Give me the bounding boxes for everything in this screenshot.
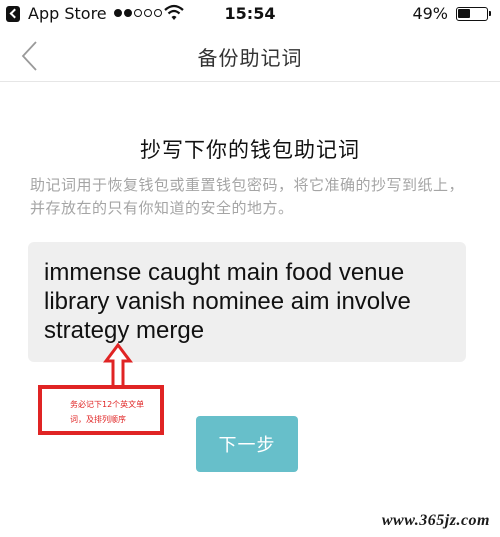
- battery-percent: 49%: [412, 4, 448, 23]
- backup-mnemonic-screen: App Store 15:54 49% 备份助记词 抄写下你的钱包助记词 助记词…: [0, 0, 500, 537]
- watermark: www.365jz.com: [381, 512, 490, 529]
- battery-icon: [456, 7, 491, 21]
- red-arrow-icon: [103, 343, 133, 389]
- mnemonic-box: immense caught main food venue library v…: [28, 242, 466, 362]
- page-title: 备份助记词: [197, 46, 303, 70]
- section-heading: 抄写下你的钱包助记词: [140, 138, 360, 162]
- next-step-button[interactable]: 下一步: [196, 416, 298, 472]
- annotation-text: 务必记下12个英文单词，及排列顺序: [70, 400, 145, 424]
- mnemonic-words: immense caught main food venue library v…: [44, 259, 411, 344]
- status-bar: App Store 15:54 49%: [0, 0, 500, 30]
- annotation-note: 务必记下12个英文单词，及排列顺序: [38, 385, 164, 435]
- instruction-text: 助记词用于恢复钱包或重置钱包密码，将它准确的抄写到纸上，并存放在的只有你知道的安…: [30, 176, 465, 217]
- nav-bar: 备份助记词: [0, 30, 500, 82]
